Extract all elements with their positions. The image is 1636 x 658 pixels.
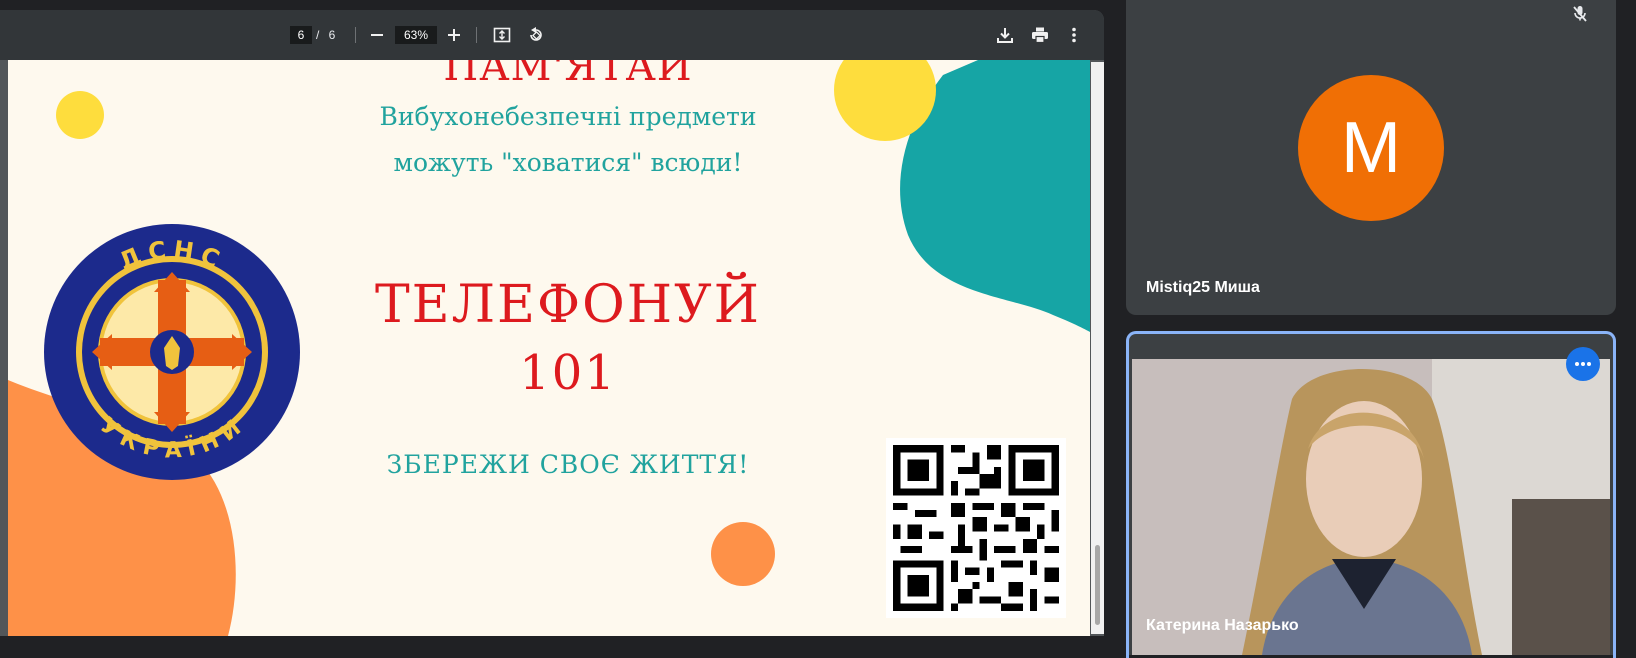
dsns-emblem-logo: ДСНС УКРАЇНИ [44, 224, 300, 480]
pdf-toolbar: 6 / 6 63% [0, 10, 1104, 60]
download-icon [997, 28, 1013, 43]
scrollbar-thumb[interactable] [1095, 545, 1100, 625]
small-orange-circle [711, 522, 775, 586]
pdf-page: ПАМ'ЯТАЙ Вибухонебезпечні предмети можут… [8, 60, 1090, 636]
fit-page-button[interactable] [488, 21, 516, 49]
plus-icon [448, 29, 460, 41]
rotate-button[interactable] [522, 21, 550, 49]
zoom-in-button[interactable] [440, 21, 468, 49]
zoom-input[interactable]: 63% [395, 26, 437, 44]
download-button[interactable] [991, 21, 1019, 49]
video-frame [1132, 359, 1610, 655]
zoom-out-button[interactable] [363, 21, 391, 49]
print-button[interactable] [1026, 21, 1054, 49]
mic-off-indicator [1562, 0, 1598, 28]
page-total: 6 [328, 28, 336, 42]
slide-subtitle-line2: можуть "ховатися" всюди! [393, 148, 743, 177]
slide-call-text: ТЕЛЕФОНУЙ [374, 275, 762, 335]
toolbar-divider [355, 27, 356, 43]
page-number-input[interactable]: 6 [290, 26, 312, 44]
slide-title: ПАМ'ЯТАЙ [443, 60, 693, 90]
participant-options-button[interactable] [1566, 347, 1600, 381]
mic-off-icon [1573, 6, 1587, 22]
pdf-page-area[interactable]: ПАМ'ЯТАЙ Вибухонебезпечні предмети можут… [0, 60, 1104, 636]
slide-subtitle-line1: Вибухонебезпечні предмети [379, 102, 757, 131]
participant-name: Катерина Назарько [1146, 617, 1299, 634]
more-horiz-icon [1575, 362, 1591, 366]
avatar: M [1298, 75, 1444, 221]
page-separator: / [316, 28, 320, 42]
pdf-viewer-frame: 6 / 6 63% ПАМ'ЯТАЙ Вибухонебезпечні пред… [0, 10, 1104, 636]
pdf-viewer: 6 / 6 63% ПАМ'ЯТАЙ Вибухонебезпечні пред… [0, 0, 1104, 655]
slide-save-text: ЗБЕРЕЖИ СВОЄ ЖИТТЯ! [386, 450, 750, 479]
more-vert-icon [1072, 27, 1076, 43]
qr-code [886, 438, 1066, 618]
minus-icon [371, 34, 383, 36]
toolbar-divider [476, 27, 477, 43]
participant-tile-active[interactable]: Катерина Назарько [1126, 331, 1616, 655]
participant-name: Mistiq25 Миша [1146, 279, 1260, 296]
small-yellow-circle [56, 91, 104, 139]
fit-to-page-icon [493, 27, 511, 43]
print-icon [1032, 27, 1048, 44]
rotate-icon [530, 27, 542, 41]
participant-tile[interactable]: M Mistiq25 Миша [1126, 0, 1616, 315]
participant-video [1132, 359, 1610, 655]
slide-phone-number: 101 [519, 345, 617, 401]
more-options-button[interactable] [1060, 21, 1088, 49]
